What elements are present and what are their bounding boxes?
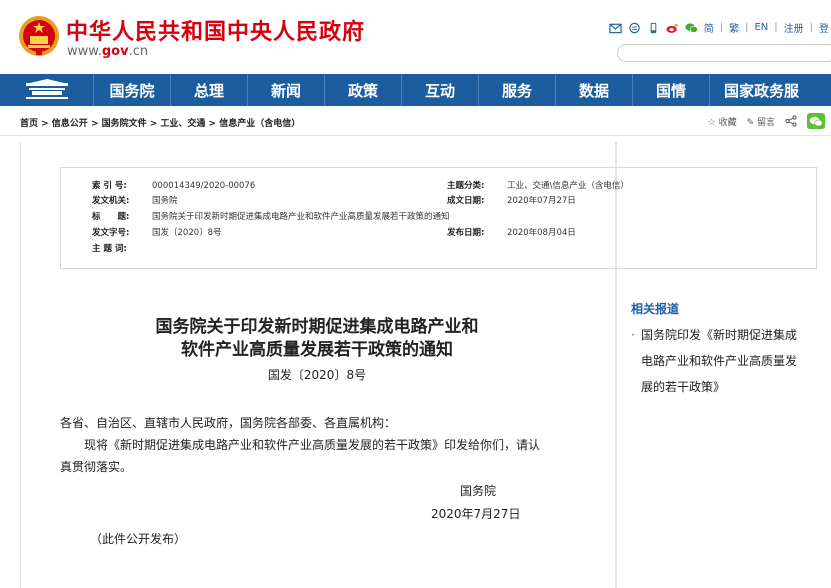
site-url-gov: gov [101, 44, 129, 59]
top-tools: 简 | 繁 | EN | 注册 | 登 [609, 20, 829, 35]
nav-gov-services[interactable]: 国家政务服 [710, 74, 810, 106]
nav-national-conditions[interactable]: 国情 [633, 74, 710, 106]
nav-service[interactable]: 服务 [479, 74, 556, 106]
related-title: 相关报道 [631, 302, 680, 316]
info-title-label: 标 题: [92, 212, 130, 222]
info-publish-date-label: 发布日期: [447, 228, 485, 238]
separator: | [774, 22, 778, 33]
info-keywords: 主 题 词: [92, 242, 152, 254]
info-docno: 发文字号: 国发〔2020〕8号 [92, 226, 222, 238]
related-item[interactable]: · 国务院印发《新时期促进集成 电路产业和软件产业高质量发 展的若干政策》 [631, 322, 821, 400]
nav-state-council[interactable]: 国务院 [94, 74, 171, 106]
info-issuer-value: 国务院 [152, 196, 178, 206]
article-title-line-1: 国务院关于印发新时期促进集成电路产业和 [155, 317, 479, 337]
login-link[interactable]: 登 [819, 20, 829, 35]
comment-button[interactable]: ✎ 留言 [747, 115, 775, 128]
info-title: 标 题: 国务院关于印发新时期促进集成电路产业和软件产业高质量发展若干政策的通知 [92, 210, 450, 222]
info-docno-value: 国发〔2020〕8号 [152, 228, 222, 238]
related-item-line-3: 展的若干政策》 [641, 380, 726, 394]
article-signer: 国务院 [460, 484, 497, 498]
favorite-label: 收藏 [718, 117, 737, 128]
info-issuer: 发文机关: 国务院 [92, 194, 178, 206]
info-written-date-label: 成文日期: [447, 196, 485, 206]
info-publish-date: 发布日期: 2020年08月04日 [447, 226, 576, 238]
nav-data[interactable]: 数据 [556, 74, 633, 106]
info-title-value: 国务院关于印发新时期促进集成电路产业和软件产业高质量发展若干政策的通知 [152, 212, 450, 222]
article-title-line-2: 软件产业高质量发展若干政策的通知 [181, 340, 453, 360]
breadcrumb-bar: 首页 > 信息公开 > 国务院文件 > 工业、交通 > 信息产业（含电信） ☆ … [0, 106, 831, 136]
related-item-line-2: 电路产业和软件产业高质量发 [641, 354, 798, 368]
comment-label: 留言 [756, 117, 775, 128]
article-doc-number: 国发〔2020〕8号 [267, 368, 367, 382]
message-icon[interactable] [628, 22, 641, 34]
register-link[interactable]: 注册 [784, 20, 804, 35]
nav-news[interactable]: 新闻 [248, 74, 325, 106]
bullet: · [631, 328, 635, 342]
info-index-label: 索 引 号: [92, 181, 127, 191]
breadcrumb[interactable]: 首页 > 信息公开 > 国务院文件 > 工业、交通 > 信息产业（含电信） [20, 116, 300, 129]
separator: | [745, 22, 749, 33]
info-written-date-value: 2020年07月27日 [507, 196, 576, 206]
nav-home[interactable] [0, 74, 94, 106]
lang-traditional[interactable]: 繁 [729, 20, 739, 35]
info-issuer-label: 发文机关: [92, 196, 130, 206]
site-url-prefix: www. [67, 44, 102, 59]
site-url[interactable]: www.gov.cn [67, 44, 148, 59]
weibo-icon[interactable] [666, 22, 679, 34]
nav-premier[interactable]: 总理 [171, 74, 248, 106]
info-docno-label: 发文字号: [92, 228, 130, 238]
info-category-label: 主题分类: [447, 181, 485, 191]
lang-english[interactable]: EN [754, 22, 768, 33]
site-title[interactable]: 中华人民共和国中央人民政府 [66, 14, 365, 46]
site-url-suffix: .cn [128, 44, 149, 59]
info-category: 主题分类: 工业、交通\信息产业（含电信） [447, 179, 629, 191]
share-tools: ☆ 收藏 ✎ 留言 [708, 113, 825, 129]
separator: | [719, 22, 724, 33]
related-item-line-1: 国务院印发《新时期促进集成 [641, 328, 798, 342]
nav-interaction[interactable]: 互动 [402, 74, 479, 106]
article-salutation: 各省、自治区、直辖市人民政府，国务院各部委、各直属机构： [60, 416, 397, 430]
share-icon[interactable] [785, 115, 797, 127]
article-body-line-2: 真贯彻落实。 [60, 460, 133, 474]
info-index: 索 引 号: 000014349/2020-00076 [92, 179, 255, 191]
article-note: （此件公开发布） [90, 532, 187, 546]
mail-icon[interactable] [609, 22, 622, 34]
favorite-button[interactable]: ☆ 收藏 [708, 115, 737, 128]
mobile-icon[interactable] [647, 22, 660, 34]
lang-simplified[interactable]: 简 [704, 20, 714, 35]
article-date: 2020年7月27日 [431, 507, 521, 521]
info-written-date: 成文日期: 2020年07月27日 [447, 194, 576, 206]
national-emblem-icon[interactable] [18, 14, 60, 58]
wechat-share-icon[interactable] [807, 113, 825, 129]
home-gate-icon [25, 79, 68, 99]
main-nav: 国务院 总理 新闻 政策 互动 服务 数据 国情 国家政务服 [0, 74, 831, 106]
article-title: 国务院关于印发新时期促进集成电路产业和 软件产业高质量发展若干政策的通知 [60, 316, 574, 362]
nav-policy[interactable]: 政策 [325, 74, 402, 106]
info-publish-date-value: 2020年08月04日 [507, 228, 576, 238]
wechat-icon[interactable] [685, 22, 698, 34]
separator: | [809, 22, 813, 33]
info-keywords-label: 主 题 词: [92, 244, 127, 254]
info-category-value: 工业、交通\信息产业（含电信） [507, 181, 629, 191]
info-index-value: 000014349/2020-00076 [152, 181, 256, 191]
search-input[interactable] [617, 44, 831, 62]
site-header: 中华人民共和国中央人民政府 www.gov.cn 简 | 繁 | EN | 注册… [0, 0, 831, 72]
article-body-line-1: 现将《新时期促进集成电路产业和软件产业高质量发展的若干政策》印发给你们，请认 [84, 438, 541, 452]
